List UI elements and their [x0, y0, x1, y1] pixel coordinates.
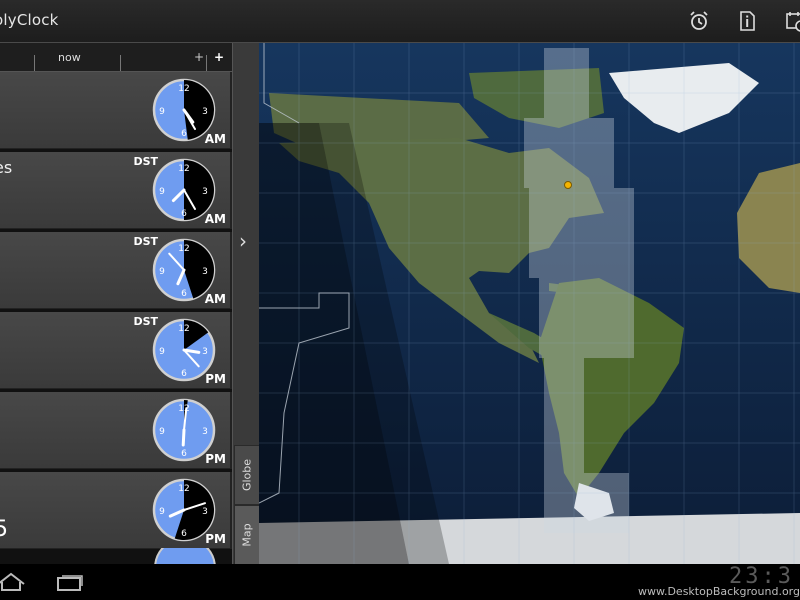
clock-numeral: 6 — [181, 209, 187, 219]
alarm-icon[interactable] — [687, 9, 711, 33]
clock-numeral: 6 — [181, 449, 187, 459]
tab-map[interactable]: Map — [234, 505, 260, 565]
home-icon[interactable] — [0, 570, 26, 594]
city-card[interactable]: esDSTAM12369 — [0, 152, 232, 229]
analog-clock: 12 3 6 9 — [152, 478, 216, 542]
city-name: es — [0, 158, 13, 177]
side-rail: › Globe Map — [232, 43, 260, 565]
city-clock-list[interactable]: AM12369esDSTAM12369,DSTAM12369,DSTPM1236… — [0, 72, 232, 564]
tab-globe-label: Globe — [240, 458, 254, 492]
clock-numeral: 6 — [181, 529, 187, 539]
analog-clock: 12 3 6 9 — [152, 158, 216, 222]
clock-numeral: 9 — [159, 187, 165, 197]
analog-clock: 12 3 6 9 — [152, 318, 216, 382]
system-bar: 23:3 www.DesktopBackground.org — [0, 564, 800, 600]
world-map-canvas[interactable] — [259, 43, 800, 564]
clock-numeral: 3 — [202, 267, 208, 277]
clock-numeral: 3 — [202, 347, 208, 357]
city-card[interactable]: ,DSTPM12369 — [0, 312, 232, 389]
timeline-tick — [34, 55, 35, 71]
timeline-tick — [120, 55, 121, 71]
clock-hour-hand — [181, 428, 186, 447]
clock-numeral: 12 — [178, 84, 189, 94]
city-card[interactable]: ,DSTAM12369 — [0, 232, 232, 309]
clock-numeral: 12 — [178, 244, 189, 254]
clock-numeral: 9 — [159, 267, 165, 277]
world-map[interactable] — [259, 43, 800, 564]
clock-numeral: 9 — [159, 427, 165, 437]
zoom-out-button[interactable]: + — [194, 50, 204, 64]
clock-numeral: 12 — [178, 404, 189, 414]
watermark: www.DesktopBackground.org — [637, 585, 800, 598]
clock-numeral: 6 — [181, 369, 187, 379]
clock-numeral: 9 — [159, 347, 165, 357]
clock-numeral: 3 — [202, 107, 208, 117]
chevron-right-icon[interactable]: › — [239, 229, 247, 253]
clock-numeral: 3 — [202, 187, 208, 197]
clock-numeral: 6 — [181, 129, 187, 139]
tab-map-label: Map — [240, 523, 254, 547]
city-card[interactable]: PM 5 12 3 6 9 — [0, 472, 232, 549]
location-marker[interactable] — [564, 181, 572, 189]
zoom-in-button[interactable]: + — [214, 50, 224, 64]
clock-numeral: 3 — [202, 427, 208, 437]
action-bar: olyClock — [0, 0, 800, 43]
clock-numeral: 12 — [178, 324, 189, 334]
timeline-ruler[interactable]: now + + — [0, 43, 232, 72]
city-card[interactable]: AM 12 3 6 9 — [0, 72, 232, 149]
recent-apps-icon[interactable] — [54, 570, 86, 594]
timeline-now-label: now — [58, 51, 81, 64]
analog-clock: 12 3 6 9 — [152, 238, 216, 302]
clock-numeral: 6 — [181, 289, 187, 299]
city-card[interactable]: ,PM12369 — [0, 392, 232, 469]
tab-globe[interactable]: Globe — [234, 445, 260, 505]
analog-clock: 12 3 6 9 — [152, 398, 216, 462]
clock-numeral: 9 — [159, 107, 165, 117]
clock-numeral: 3 — [202, 507, 208, 517]
clock-numeral: 9 — [159, 507, 165, 517]
calendar-clock-icon[interactable] — [783, 9, 800, 33]
clock-face-partial — [154, 548, 216, 564]
clock-numeral: 12 — [178, 484, 189, 494]
info-icon[interactable] — [735, 9, 759, 33]
analog-clock: 12 3 6 9 — [152, 78, 216, 142]
app-title: olyClock — [0, 11, 59, 29]
city-large-text: 5 — [0, 517, 8, 542]
clock-numeral: 12 — [178, 164, 189, 174]
timeline-tick — [206, 55, 207, 71]
